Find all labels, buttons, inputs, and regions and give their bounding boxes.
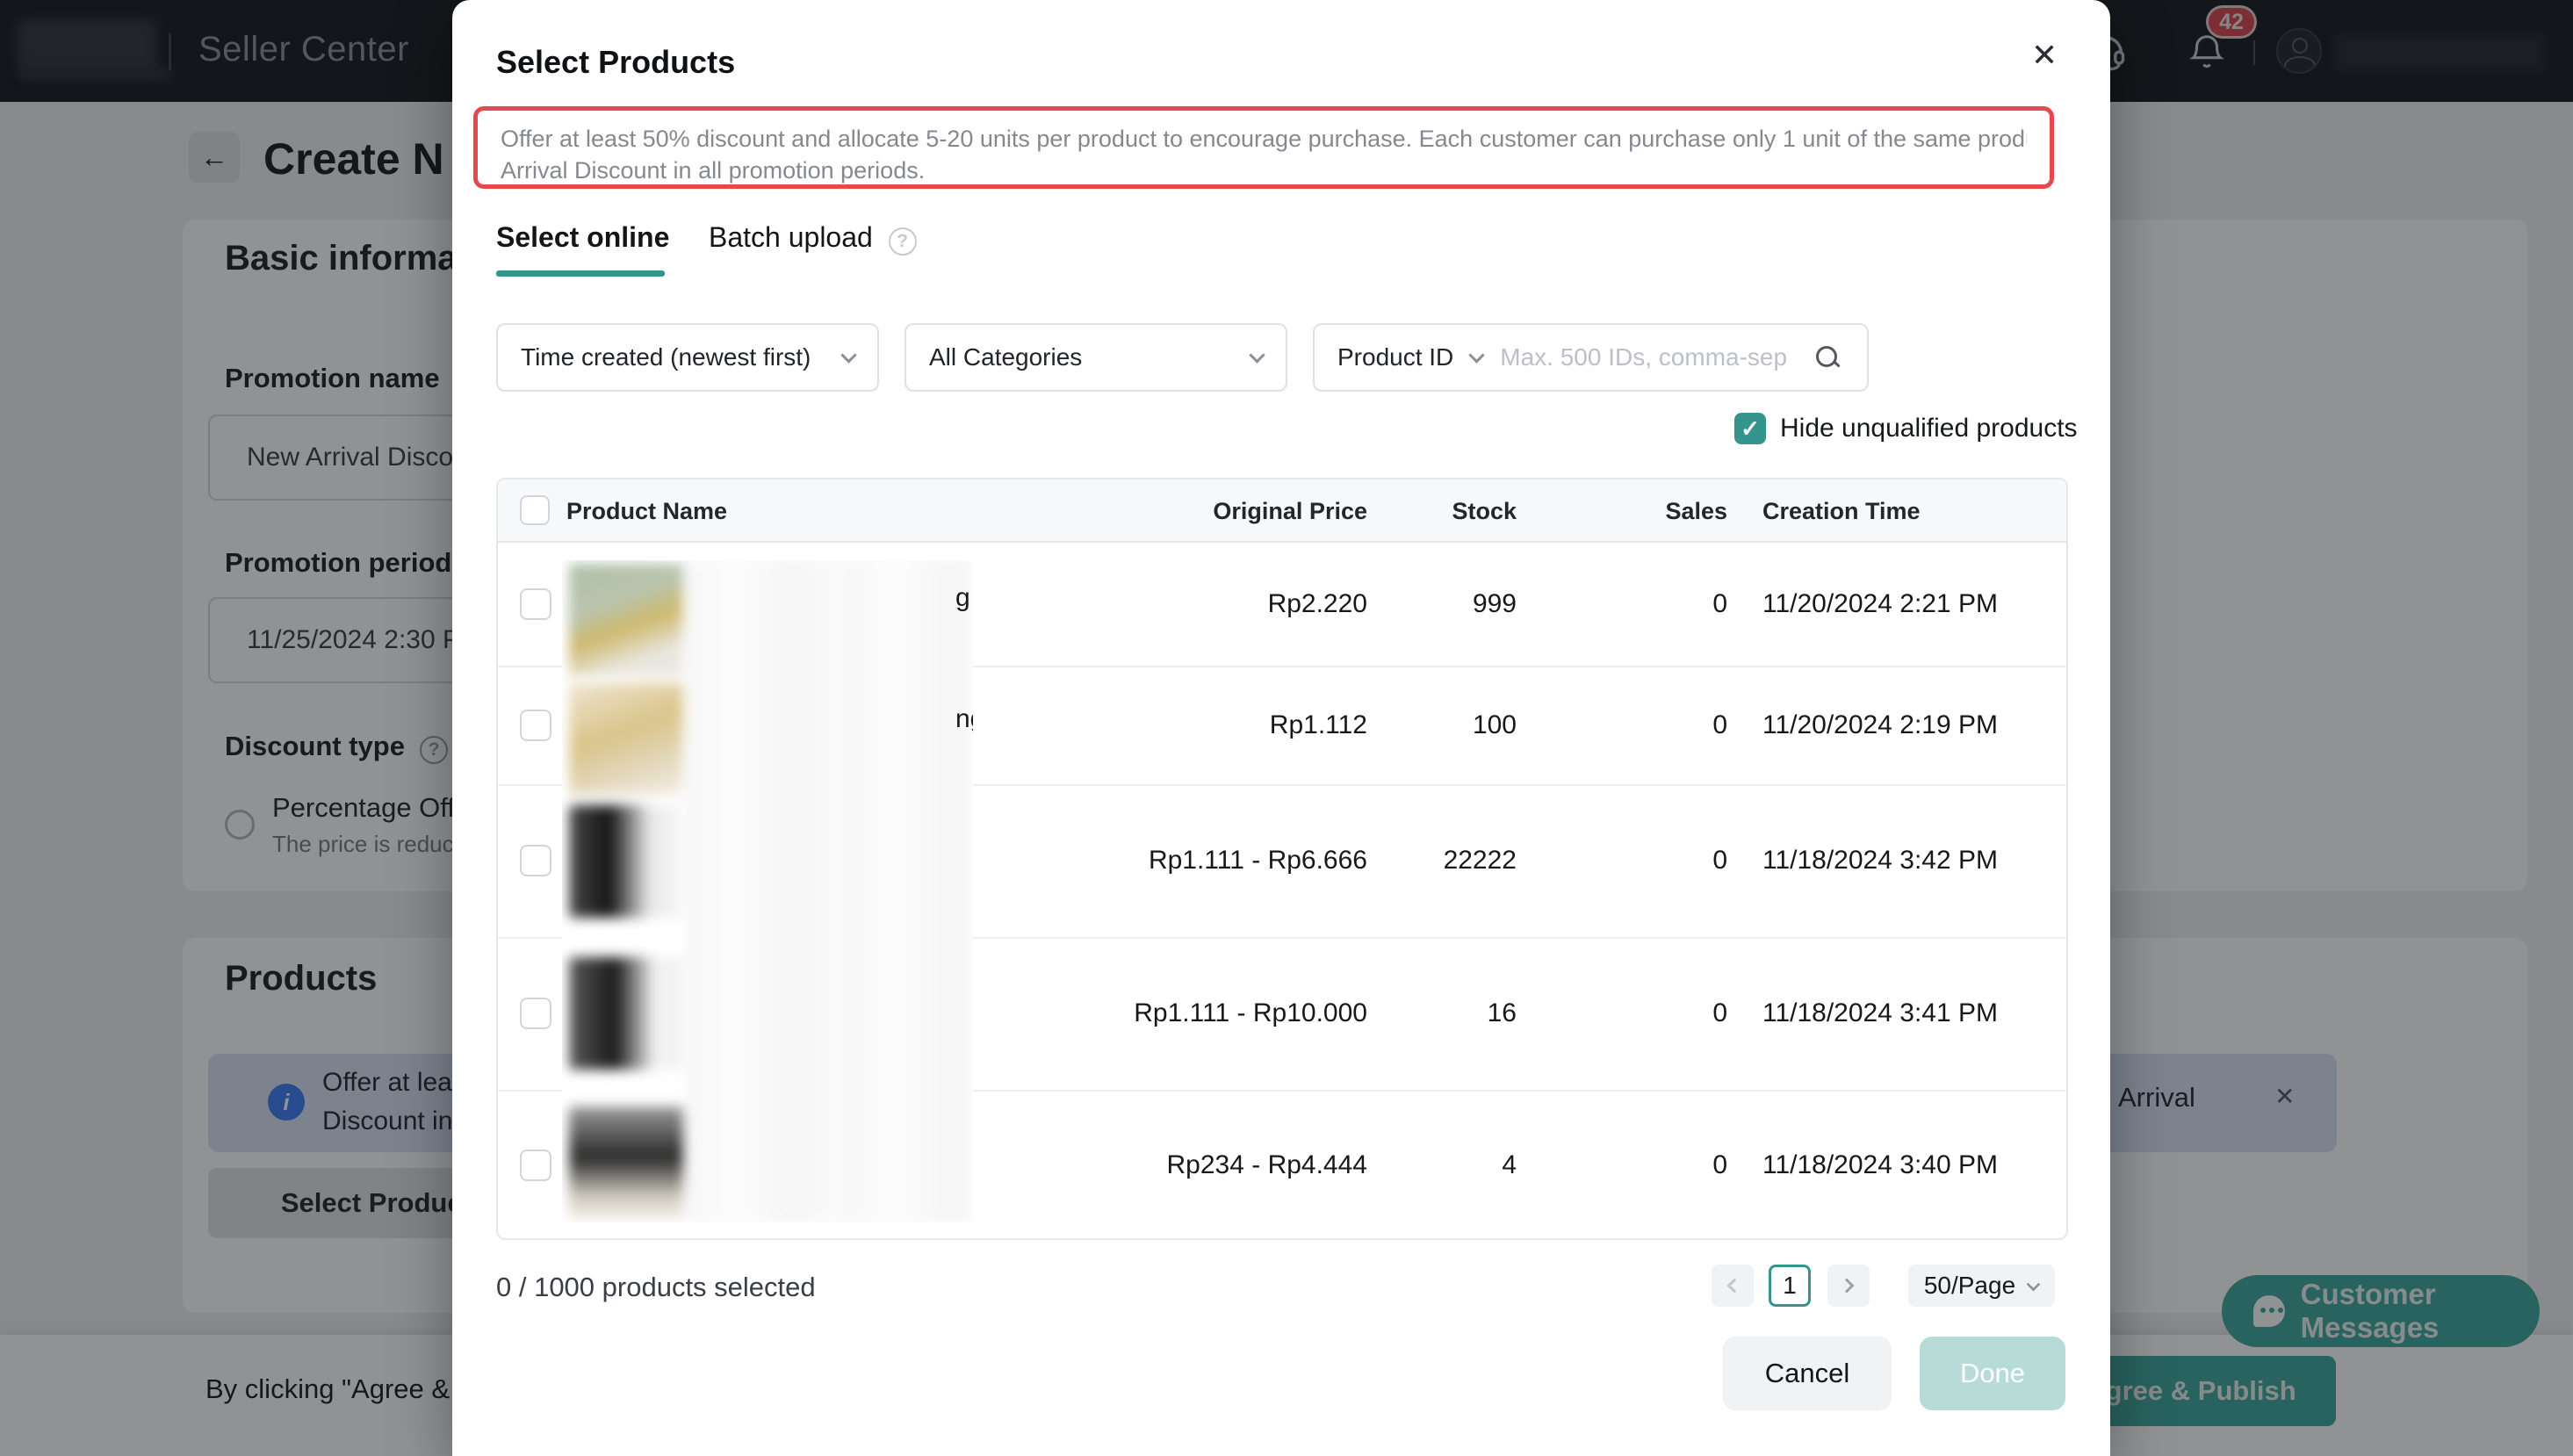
row-stock: 22222: [1376, 784, 1517, 937]
row-checkbox[interactable]: [520, 845, 551, 876]
product-thumbnail: [569, 564, 683, 676]
category-dropdown[interactable]: All Categories: [905, 323, 1287, 392]
selected-count-text: 0 / 1000 products selected: [496, 1272, 816, 1303]
row-checkbox[interactable]: [520, 1150, 551, 1181]
chevron-left-icon: [1727, 1279, 1742, 1294]
tab-select-online[interactable]: Select online: [496, 221, 669, 254]
row-creation-time: 11/18/2024 3:40 PM: [1762, 1090, 1998, 1240]
row-checkbox[interactable]: [520, 588, 551, 620]
row-sales: 0: [1587, 666, 1727, 784]
discount-rules-notice: Offer at least 50% discount and allocate…: [473, 106, 2054, 189]
row-sales: 0: [1587, 543, 1727, 666]
row-checkbox[interactable]: [520, 710, 551, 741]
product-name-fragment: ng: [955, 704, 973, 734]
tab-batch-upload[interactable]: Batch upload ?: [709, 221, 917, 256]
batch-upload-help-icon[interactable]: ?: [889, 227, 917, 256]
pagination-prev-button[interactable]: [1712, 1265, 1754, 1307]
select-all-checkbox[interactable]: [520, 495, 550, 525]
column-original-price: Original Price: [1060, 479, 1367, 543]
chevron-down-icon: [2027, 1277, 2041, 1291]
hide-unqualified-label: Hide unqualified products: [1780, 414, 2078, 443]
category-value: All Categories: [929, 343, 1082, 371]
chevron-down-icon: [1469, 347, 1485, 363]
done-button[interactable]: Done: [1920, 1337, 2065, 1410]
hide-unqualified-checkbox[interactable]: ✓: [1734, 413, 1766, 444]
page-size-dropdown[interactable]: 50/Page: [1908, 1265, 2055, 1307]
search-icon[interactable]: [1816, 346, 1839, 369]
select-products-modal: Select Products ✕ Offer at least 50% dis…: [452, 0, 2110, 1456]
row-sales: 0: [1587, 937, 1727, 1090]
cancel-button[interactable]: Cancel: [1723, 1337, 1892, 1410]
row-price: Rp1.111 - Rp10.000: [1060, 937, 1367, 1090]
row-creation-time: 11/18/2024 3:41 PM: [1762, 937, 1998, 1090]
pagination-next-button[interactable]: [1827, 1265, 1870, 1307]
row-stock: 4: [1376, 1090, 1517, 1240]
active-tab-underline: [496, 270, 665, 277]
row-creation-time: 11/18/2024 3:42 PM: [1762, 784, 1998, 937]
product-name-fragment: g: [955, 583, 970, 613]
row-stock: 100: [1376, 666, 1517, 784]
row-sales: 0: [1587, 1090, 1727, 1240]
row-stock: 16: [1376, 937, 1517, 1090]
page-size-value: 50/Page: [1924, 1272, 2015, 1300]
column-sales: Sales: [1587, 479, 1727, 543]
product-thumbnail: [569, 1106, 683, 1219]
row-price: Rp1.111 - Rp6.666: [1060, 784, 1367, 937]
censored-product-names-block: g ng: [562, 560, 973, 1222]
search-input[interactable]: [1500, 343, 1798, 371]
product-search-box: Product ID: [1313, 323, 1869, 392]
sort-value: Time created (newest first): [521, 343, 811, 371]
screen: Seller Center 42 ← Create N Basic inform…: [0, 0, 2573, 1456]
column-product-name: Product Name: [566, 479, 727, 543]
row-creation-time: 11/20/2024 2:21 PM: [1762, 543, 1998, 666]
row-price: Rp2.220: [1060, 543, 1367, 666]
column-stock: Stock: [1376, 479, 1517, 543]
modal-close-icon[interactable]: ✕: [2031, 37, 2058, 74]
chevron-right-icon: [1840, 1279, 1855, 1294]
search-type-dropdown[interactable]: Product ID: [1337, 343, 1453, 371]
row-price: Rp234 - Rp4.444: [1060, 1090, 1367, 1240]
product-thumbnail: [569, 805, 683, 918]
hide-unqualified-row: ✓ Hide unqualified products: [1734, 413, 2078, 444]
modal-title: Select Products: [496, 44, 735, 81]
products-table: Product Name Original Price Stock Sales …: [496, 478, 2068, 1240]
column-creation-time: Creation Time: [1762, 479, 1921, 543]
table-header-row: Product Name Original Price Stock Sales …: [498, 479, 2066, 543]
sort-dropdown[interactable]: Time created (newest first): [496, 323, 879, 392]
blurred-name-text: [685, 560, 973, 1222]
row-checkbox[interactable]: [520, 998, 551, 1029]
row-creation-time: 11/20/2024 2:19 PM: [1762, 666, 1998, 784]
row-sales: 0: [1587, 784, 1727, 937]
product-thumbnail: [569, 682, 683, 795]
product-thumbnail: [569, 957, 683, 1070]
notice-line1: Offer at least 50% discount and allocate…: [501, 123, 2027, 155]
notice-line2: Arrival Discount in all promotion period…: [501, 155, 2027, 186]
row-stock: 999: [1376, 543, 1517, 666]
chevron-down-icon: [840, 347, 856, 363]
row-price: Rp1.112: [1060, 666, 1367, 784]
pagination-current-page[interactable]: 1: [1769, 1265, 1811, 1307]
chevron-down-icon: [1249, 347, 1265, 363]
